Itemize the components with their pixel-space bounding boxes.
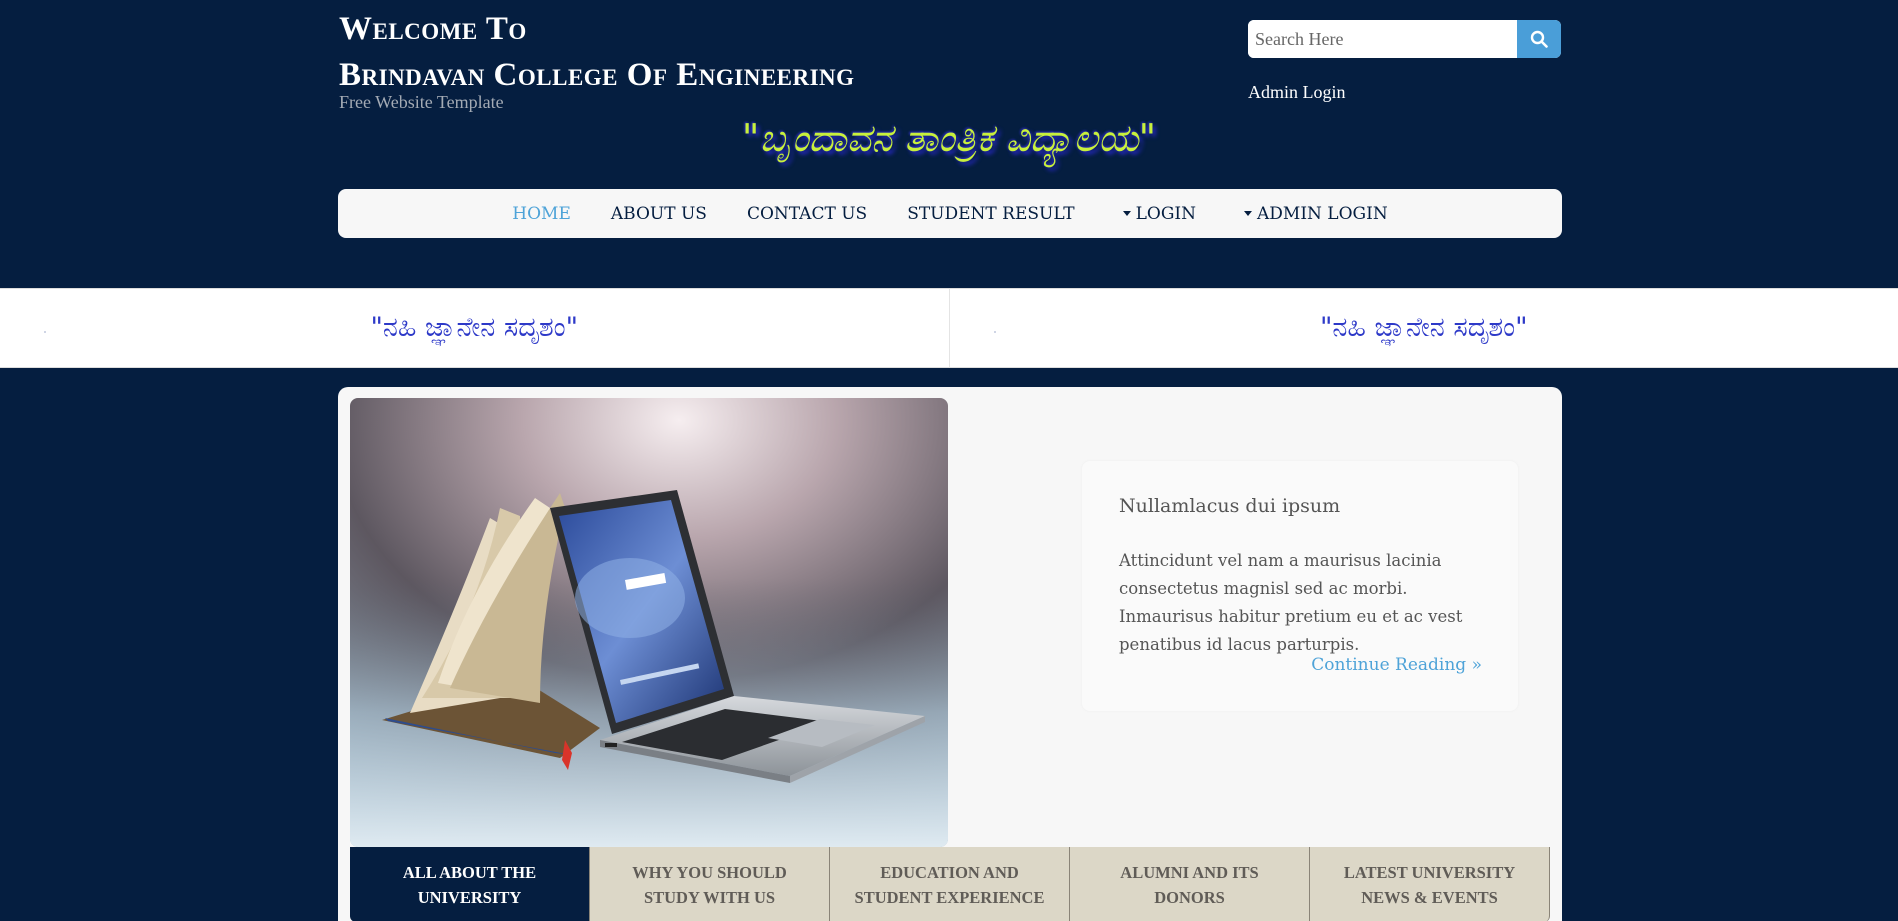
nav-contact-us[interactable]: CONTACT US <box>747 204 867 224</box>
decorative-dot <box>993 331 996 333</box>
admin-login-link[interactable]: Admin Login <box>1248 82 1346 103</box>
site-title: Welcome To Brindavan College Of Engineer… <box>339 6 855 98</box>
nav-home[interactable]: HOME <box>512 204 571 224</box>
kannada-heading: "ಬೃಂದಾವನ ತಾಂತ್ರಿಕ ವಿದ್ಯಾಲಯ" <box>741 116 1157 160</box>
motto-strip: "ನಹಿ ಜ್ಞಾನೇನ ಸದೃಶಂ" "ನಹಿ ಜ್ಞಾನೇನ ಸದೃಶಂ" <box>0 288 1898 368</box>
site-title-line1: Welcome To <box>339 11 527 47</box>
featured-panel: Nullamlacus dui ipsum Attincidunt vel na… <box>338 387 1562 921</box>
laptop-book-illustration <box>350 398 948 847</box>
search-button[interactable] <box>1517 20 1561 58</box>
search-input[interactable] <box>1248 20 1517 58</box>
tab-why-study-with-us[interactable]: WHY YOU SHOULD STUDY WITH US <box>589 847 829 921</box>
nav-admin-login[interactable]: ADMIN LOGIN <box>1236 204 1388 224</box>
decorative-dot <box>44 331 46 333</box>
caret-down-icon <box>1244 211 1252 216</box>
motto-text: "ನಹಿ ಜ್ಞಾನೇನ ಸದೃಶಂ" <box>1319 312 1528 343</box>
tab-all-about-university[interactable]: ALL ABOUT THE UNIVERSITY <box>350 847 589 921</box>
tab-news-events[interactable]: LATEST UNIVERSITY NEWS & EVENTS <box>1309 847 1550 921</box>
feature-card: Nullamlacus dui ipsum Attincidunt vel na… <box>1082 461 1518 711</box>
nav-login[interactable]: LOGIN <box>1115 204 1196 224</box>
caret-down-icon <box>1122 211 1131 216</box>
motto-item: "ನಹಿ ಜ್ಞಾನೇನ ಸದೃಶಂ" <box>0 289 949 367</box>
tab-alumni-donors[interactable]: ALUMNI AND ITS DONORS <box>1069 847 1309 921</box>
feature-title: Nullamlacus dui ipsum <box>1119 495 1341 517</box>
nav-student-result[interactable]: STUDENT RESULT <box>907 204 1074 224</box>
nav-admin-login-label: ADMIN LOGIN <box>1257 203 1388 224</box>
continue-reading-link[interactable]: Continue Reading » <box>1311 655 1482 675</box>
feature-text: Attincidunt vel nam a maurisus lacinia c… <box>1119 551 1463 654</box>
site-tagline: Free Website Template <box>339 92 504 112</box>
tab-education-experience[interactable]: EDUCATION AND STUDENT EXPERIENCE <box>829 847 1069 921</box>
motto-item: "ನಹಿ ಜ್ಞಾನೇನ ಸದೃಶಂ" <box>948 289 1898 367</box>
nav-login-label: LOGIN <box>1135 203 1196 224</box>
main-nav: HOME ABOUT US CONTACT US STUDENT RESULT … <box>338 189 1562 238</box>
nav-about-us[interactable]: ABOUT US <box>611 204 707 224</box>
search-bar <box>1248 20 1561 58</box>
feature-tabs: ALL ABOUT THE UNIVERSITY WHY YOU SHOULD … <box>350 847 1550 921</box>
hero-image <box>350 398 948 847</box>
search-icon <box>1530 30 1548 48</box>
motto-text: "ನಹಿ ಜ್ಞಾನೇನ ಸದೃಶಂ" <box>370 312 579 343</box>
